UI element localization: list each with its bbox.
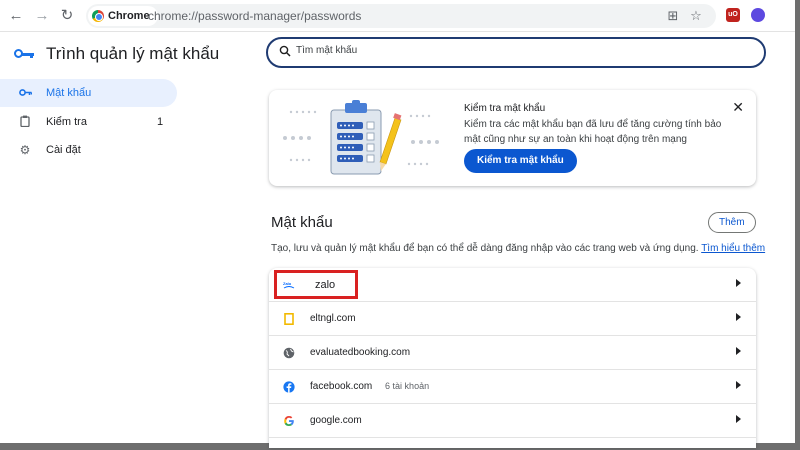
site-name-text: facebook.com [310, 381, 373, 392]
site-name: google.com [310, 415, 362, 426]
chevron-right-icon [736, 347, 741, 355]
passwords-section-title: Mật khẩu [271, 214, 333, 231]
page-title: Trình quản lý mật khẩu [46, 44, 220, 63]
reload-icon[interactable]: ↻ [57, 6, 77, 26]
search-box[interactable] [266, 37, 766, 68]
site-name: eltngl.com [310, 313, 356, 324]
sidebar-item-label: Kiểm tra [46, 116, 87, 128]
account-count: 6 tài khoản [385, 381, 430, 391]
chevron-right-icon [736, 381, 741, 389]
extension-icon[interactable] [751, 8, 765, 22]
ublock-icon[interactable]: uO [726, 8, 740, 22]
sidebar-item-checkup[interactable]: Kiểm tra 1 [0, 108, 177, 136]
chevron-right-icon [736, 415, 741, 423]
back-icon[interactable]: ← [6, 6, 26, 26]
facebook-icon [283, 381, 295, 393]
eltngl-icon [284, 313, 294, 325]
description-text: Tạo, lưu và quản lý mật khẩu để bạn có t… [271, 243, 699, 254]
app-header: Trình quản lý mật khẩu [14, 44, 219, 64]
sidebar-item-settings[interactable]: ⚙ Cài đặt [0, 136, 177, 164]
password-item-facebook[interactable]: facebook.com 6 tài khoản [269, 370, 756, 404]
site-chip-label: Chrome [108, 10, 150, 22]
passwords-section-description: Tạo, lưu và quản lý mật khẩu để bạn có t… [271, 243, 765, 254]
chrome-logo-icon [92, 10, 104, 22]
password-item-evaluatedbooking[interactable]: evaluatedbooking.com [269, 336, 756, 370]
site-name: facebook.com 6 tài khoản [310, 381, 429, 392]
password-item-google[interactable]: google.com [269, 404, 756, 438]
chevron-right-icon [736, 313, 741, 321]
browser-toolbar: ← → ↻ Chrome chrome://password-manager/p… [0, 0, 795, 32]
checkup-count-badge: 1 [157, 116, 164, 128]
checkup-description: Kiểm tra các mật khẩu bạn đã lưu để tăng… [464, 119, 722, 145]
address-bar[interactable]: Chrome chrome://password-manager/passwor… [86, 4, 716, 28]
forward-icon[interactable]: → [32, 6, 52, 26]
sidebar-item-label: Mật khẩu [46, 87, 92, 99]
check-passwords-button[interactable]: Kiểm tra mật khẩu [464, 149, 577, 173]
sidebar-item-label: Cài đặt [46, 144, 81, 156]
search-input[interactable] [296, 45, 736, 56]
password-item-eltngl[interactable]: eltngl.com [269, 302, 756, 336]
password-checkup-card: Kiểm tra mật khẩu Kiểm tra các mật khẩu … [269, 90, 756, 186]
chevron-right-icon [736, 279, 741, 287]
checkup-illustration-icon [283, 100, 439, 175]
globe-icon [283, 347, 295, 359]
search-icon [279, 45, 291, 57]
browser-window: ← → ↻ Chrome chrome://password-manager/p… [0, 0, 795, 448]
annotation-highlight-box [274, 270, 358, 299]
clipboard-icon [18, 115, 32, 130]
key-icon [18, 86, 32, 100]
url-text[interactable]: chrome://password-manager/passwords [148, 9, 361, 23]
add-password-button[interactable]: Thêm [708, 212, 756, 233]
google-icon [284, 416, 294, 426]
site-name: evaluatedbooking.com [310, 347, 411, 358]
gear-icon: ⚙ [19, 143, 31, 157]
checkup-title: Kiểm tra mật khẩu [464, 103, 546, 114]
learn-more-link[interactable]: Tìm hiểu thêm [701, 243, 765, 254]
install-icon[interactable]: ⊞ [664, 7, 682, 25]
sidebar-item-passwords[interactable]: Mật khẩu [0, 79, 177, 107]
password-manager-logo-icon [14, 47, 36, 61]
close-icon[interactable]: ✕ [732, 100, 744, 114]
star-icon[interactable]: ☆ [687, 7, 705, 25]
